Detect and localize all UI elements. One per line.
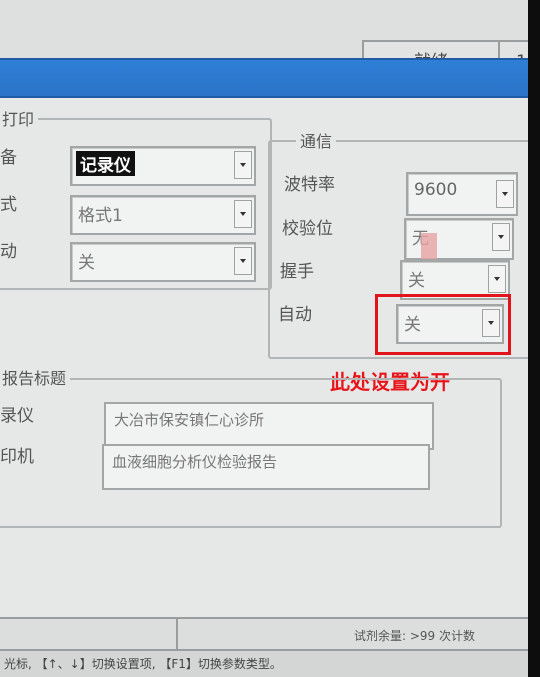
print-auto-value: 关 (78, 253, 95, 273)
handshake-value: 关 (408, 271, 425, 291)
chevron-down-icon[interactable] (234, 200, 252, 228)
hint-bar: 光标, 【↑、↓】切换设置项, 【F1】切换参数类型。 (0, 649, 528, 677)
settings-screen: 就绪 18 打印 备 记录仪 式 格式1 动 关 通信 波特率 9600 校验位… (0, 0, 528, 677)
chevron-down-icon[interactable] (488, 265, 506, 293)
printer-label: 印机 (0, 447, 34, 467)
recorder-title-value: 大冶市保安镇仁心诊所 (114, 411, 265, 429)
status-divider (176, 619, 178, 651)
parity-label: 校验位 (282, 219, 333, 239)
chevron-down-icon[interactable] (234, 151, 252, 179)
print-device-label: 备 (0, 148, 17, 168)
print-format-select[interactable]: 格式1 (70, 195, 256, 235)
reagent-remaining: 试剂余量: >99 次计数 (354, 629, 475, 643)
baud-label: 波特率 (284, 175, 335, 195)
comm-auto-label: 自动 (278, 305, 312, 325)
chevron-down-icon[interactable] (234, 247, 252, 275)
comm-group-title: 通信 (296, 128, 337, 152)
chevron-down-icon[interactable] (492, 223, 510, 251)
recorder-title-input[interactable]: 大冶市保安镇仁心诊所 (104, 402, 434, 450)
annotation-highlight-box (375, 294, 511, 355)
printer-title-input[interactable]: 血液细胞分析仪检验报告 (102, 444, 430, 490)
print-group-title: 打印 (0, 106, 39, 130)
report-group-title: 报告标题 (0, 365, 71, 389)
print-auto-label: 动 (0, 242, 17, 262)
baud-value: 9600 (414, 180, 458, 200)
status-bar: 试剂余量: >99 次计数 (0, 617, 528, 651)
chevron-down-icon[interactable] (496, 180, 514, 208)
print-format-label: 式 (0, 195, 17, 215)
print-format-value: 格式1 (78, 206, 123, 226)
recorder-label: 录仪 (0, 406, 34, 426)
hint-text: 光标, 【↑、↓】切换设置项, 【F1】切换参数类型。 (4, 657, 282, 671)
print-auto-select[interactable]: 关 (70, 242, 256, 282)
handshake-label: 握手 (280, 262, 314, 282)
title-band (0, 58, 528, 98)
print-device-value: 记录仪 (76, 151, 135, 176)
print-device-select[interactable]: 记录仪 (70, 146, 256, 186)
glare-spot (421, 233, 437, 259)
baud-select[interactable]: 9600 (406, 172, 518, 216)
printer-title-value: 血液细胞分析仪检验报告 (112, 453, 278, 471)
